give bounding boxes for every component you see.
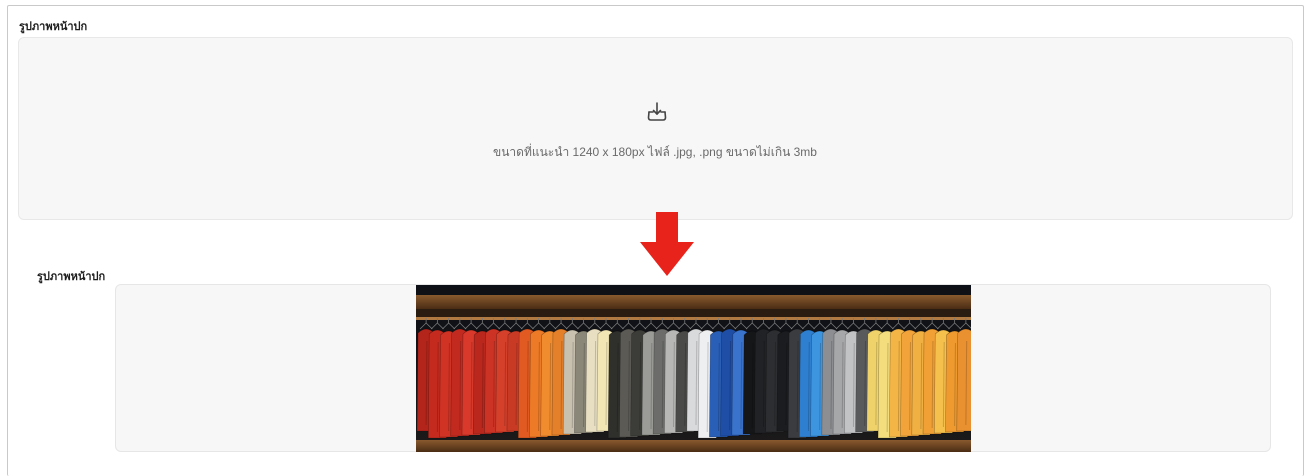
cover-image-label: รูปภาพหน้าปก [19,21,88,33]
upload-hint-text: ขนาดที่แนะนำ 1240 x 180px ไฟล์ .jpg, .pn… [493,145,817,159]
shirt [956,328,971,432]
cover-image-dropzone[interactable] [18,37,1293,220]
arrow-down-icon [640,212,694,276]
preview-label: รูปภาพหน้าปก [37,271,106,283]
cover-image-preview [416,285,971,452]
download-tray-icon [647,102,667,121]
